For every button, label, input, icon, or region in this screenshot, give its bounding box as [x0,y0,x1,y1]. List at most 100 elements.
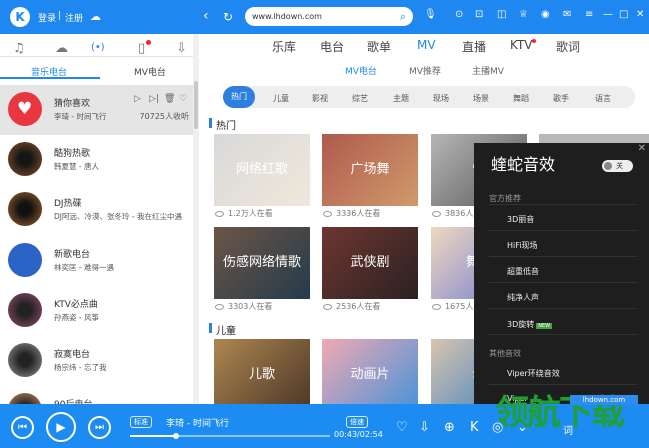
scroll-thumb[interactable] [194,81,198,129]
card-views: 3336人在看 [336,209,381,218]
previous-icon[interactable]: ⏮ [11,416,34,439]
mv-card-square-dance[interactable]: 广场舞 [322,134,418,206]
mv-radio-tab[interactable]: MV电台 [345,64,377,77]
station-name: 酷狗热歌 [54,149,91,159]
station-90s[interactable]: 90后电台 [0,386,193,427]
category-film[interactable]: 影视 [312,93,328,104]
popup-close-icon[interactable]: ✕ [638,143,646,154]
station-new[interactable]: 新歌电台 林奕匡 - 难得一遇 [0,236,193,286]
left-scrollbar[interactable] [193,34,199,404]
cloud-icon[interactable]: ☁ [90,10,101,23]
kugou-icon[interactable]: K [470,420,479,435]
cloud-tab[interactable]: ☁ [55,41,68,56]
listener-count: 70725人收听 [139,112,189,121]
station-dj[interactable]: DJ热碟 DJ阿远、冷漠、张冬玲 - 我在红尘中遇 [0,185,193,235]
effect-vocal[interactable]: 纯净人声 [507,292,539,303]
mv-card-cartoon[interactable]: 动画片 [322,339,418,404]
category-theme[interactable]: 主题 [393,93,409,104]
play-icon[interactable]: ▷ [134,94,141,104]
vip-icon[interactable]: ♕ [519,9,528,20]
effect-rotation[interactable]: 3D旋转 NEW [507,319,553,330]
progress-knob[interactable] [173,433,179,439]
close-icon[interactable]: ✕ [636,9,644,20]
view-icon [432,304,441,310]
station-avatar [8,343,42,377]
login-link[interactable]: 登录 [38,11,56,24]
section-hot: 热门 [209,117,236,132]
nav-ktv[interactable]: KTV [510,38,532,52]
mail-icon[interactable]: ✉ [563,9,571,20]
maximize-icon[interactable]: □ [619,9,628,20]
menu-icon[interactable]: ≡ [585,9,593,20]
refresh-icon[interactable]: ↻ [223,10,233,24]
card-title: 儿歌 [248,367,275,382]
nav-library[interactable]: 乐库 [272,38,296,55]
next-icon[interactable]: ▷| [149,94,159,104]
radio-tab[interactable]: (•) [91,42,105,53]
mv-card-sad-songs[interactable]: 伤感网络情歌 [214,227,310,299]
category-live[interactable]: 现场 [433,93,449,104]
favorite-icon[interactable]: ♡ [179,94,187,104]
search-icon[interactable]: ⌕ [400,7,406,26]
download-icon[interactable]: ⇩ [419,420,430,435]
progress-bar[interactable] [130,433,330,439]
anchor-mv-tab[interactable]: 主播MV [472,64,504,77]
station-ktv[interactable]: KTV必点曲 孙燕姿 - 风筝 [0,286,193,336]
effect-bass[interactable]: 超重低音 [507,266,539,277]
delete-icon[interactable]: 🗑 [164,94,175,104]
audio-toggle[interactable]: 关 [602,160,633,172]
minimize-icon[interactable]: — [603,9,613,20]
next-icon[interactable]: ⏭ [88,416,111,439]
card-views: 2536人在看 [336,302,381,311]
category-kids[interactable]: 儿童 [273,93,289,104]
mic-icon[interactable]: 🎙 [424,9,437,20]
card-title: 武侠剧 [350,255,390,270]
mv-radio-subtab[interactable]: MV电台 [134,65,166,78]
more-icon[interactable]: ⊕ [444,420,455,435]
favorite-icon[interactable]: ♡ [396,420,408,435]
station-song: DJ阿远、冷漠、张冬玲 - 我在红尘中遇 [54,212,182,221]
play-icon[interactable]: ▶ [46,412,76,442]
clothing-icon[interactable]: ◫ [497,9,506,20]
mode-button[interactable]: 标准 [130,416,152,428]
category-hot[interactable]: 热门 [223,86,255,108]
login-divider: | [58,11,62,21]
category-dance[interactable]: 舞蹈 [513,93,529,104]
nav-playlists[interactable]: 歌单 [367,38,391,55]
other-group: 其他音效 [489,349,521,358]
mv-recommend-tab[interactable]: MV推荐 [409,64,441,77]
station-lonely[interactable]: 寂寞电台 杨宗纬 - 忘了我 [0,336,193,386]
effect-3d[interactable]: 3D丽音 [507,214,534,225]
logo: K [10,7,30,27]
skin-icon[interactable]: ⊙ [455,9,463,20]
register-link[interactable]: 注册 [65,11,83,24]
category-variety[interactable]: 综艺 [352,93,368,104]
back-icon[interactable]: ‹ [203,8,209,24]
category-language[interactable]: 语言 [595,93,611,104]
mv-card-wuxia[interactable]: 武侠剧 [322,227,418,299]
settings-icon[interactable]: ⊡ [475,9,483,20]
nav-radio[interactable]: 电台 [320,38,344,55]
station-song: 李琦 - 时间飞行 [54,112,107,121]
download-tab[interactable]: ⇩ [176,41,187,56]
search-input[interactable]: www.lhdown.com ⌕ [245,7,413,26]
music-tab[interactable]: ♫ [13,41,25,56]
category-scene[interactable]: 场景 [473,93,489,104]
nav-live[interactable]: 直播 [462,38,486,55]
mv-card-network-hits[interactable]: 网络红歌 [214,134,310,206]
device-tab[interactable]: ▯ [138,41,145,56]
speed-button[interactable]: 倍速 [346,416,368,428]
time-display: 00:43/02:54 [334,430,383,439]
nav-mv[interactable]: MV [417,38,436,52]
left-panel: ♫ ☁ (•) ▯ ⇩ 音乐电台 MV电台 ♥ 猜你喜欢 李琦 - 时间飞行 ▷… [0,34,199,427]
message-icon[interactable]: ◉ [541,9,550,20]
card-views: 1.2万人在看 [228,209,273,218]
effect-hifi[interactable]: HiFi现场 [507,240,537,251]
station-kugou-hot[interactable]: 酷狗热歌 韩夏慧 - 唐人 [0,135,193,185]
category-artist[interactable]: 歌手 [553,93,569,104]
nav-lyrics[interactable]: 歌词 [556,38,580,55]
station-guess-like[interactable]: ♥ 猜你喜欢 李琦 - 时间飞行 ▷ ▷| 🗑 ♡ 70725人收听 [0,85,193,135]
watermark: 领航下载 lhdown.com [495,377,645,447]
mv-card-nursery[interactable]: 儿歌 [214,339,310,404]
card-title: 动画片 [350,367,390,382]
